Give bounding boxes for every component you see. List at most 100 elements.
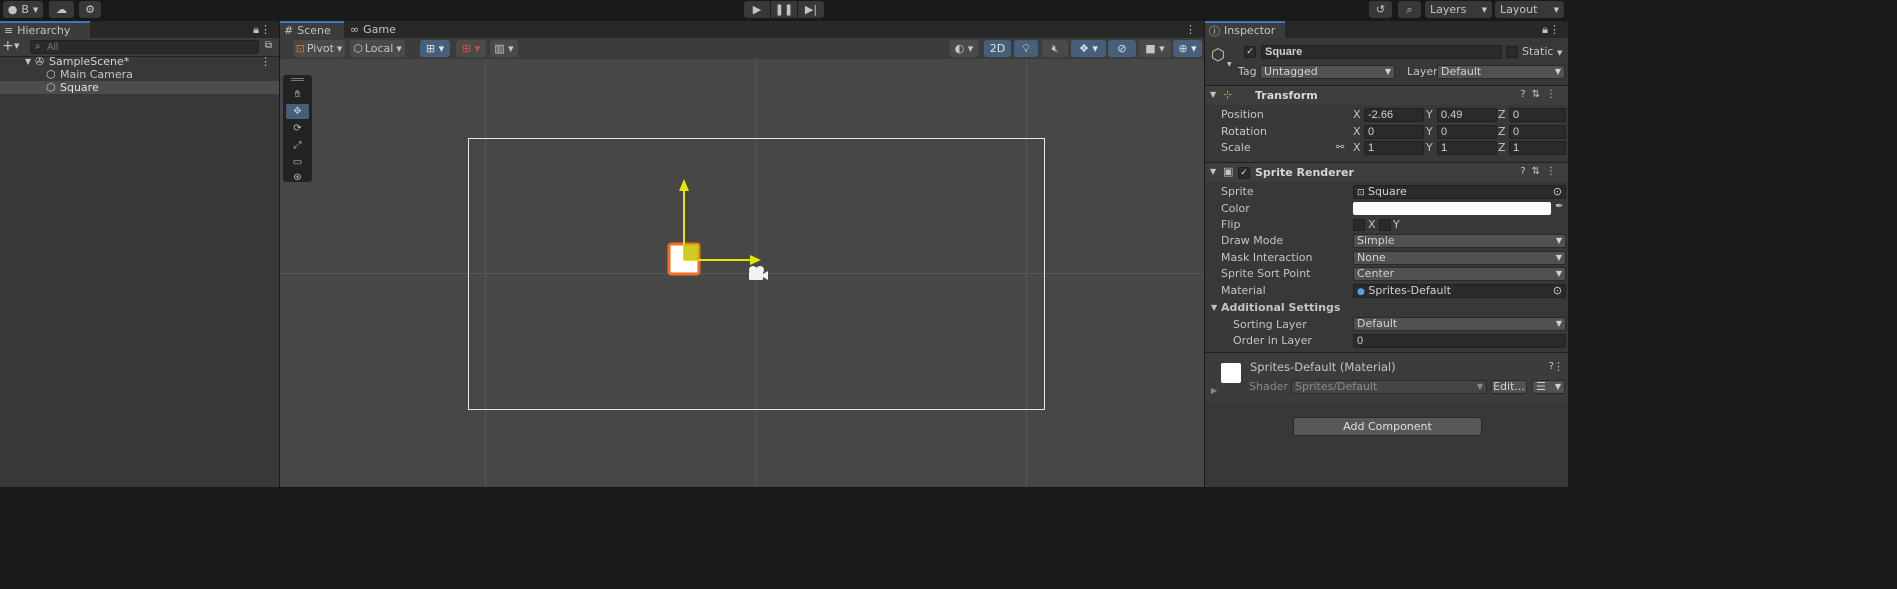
foldout-arrow-icon[interactable]: ▼	[1210, 167, 1216, 176]
order-in-layer-label: Order in Layer	[1233, 334, 1312, 347]
chevron-down-icon[interactable]: ▼	[14, 42, 19, 50]
more-menu-icon[interactable]: ⋮	[1185, 23, 1196, 36]
more-menu-icon[interactable]: ⋮	[1549, 23, 1560, 36]
lighting-toggle[interactable]: 💡︎	[1014, 40, 1038, 57]
pause-button[interactable]: ❚❚	[771, 1, 797, 18]
rotation-z-field[interactable]	[1509, 125, 1566, 139]
sort-point-dropdown[interactable]: Center ▼	[1353, 267, 1566, 281]
sorting-layer-dropdown[interactable]: Default ▼	[1353, 317, 1566, 331]
tab-game[interactable]: ∞ Game	[346, 21, 406, 38]
shader-dropdown[interactable]: Sprites/Default ▼	[1291, 380, 1487, 394]
add-icon[interactable]: +	[2, 38, 14, 55]
mask-interaction-dropdown[interactable]: None ▼	[1353, 251, 1566, 265]
object-name-field[interactable]	[1261, 45, 1502, 59]
list-item[interactable]: ▼ ✇ SampleScene* ⋮	[0, 55, 279, 68]
material-object-field[interactable]: ● Sprites-Default ⊙	[1353, 284, 1566, 298]
expand-arrow-icon[interactable]: ▼	[25, 55, 31, 68]
tab-inspector[interactable]: ⓘ Inspector	[1205, 21, 1285, 38]
tag-dropdown[interactable]: Untagged ▼	[1260, 65, 1395, 79]
position-z-field[interactable]	[1509, 108, 1566, 122]
scene-visibility-icon[interactable]: ⧉	[265, 40, 272, 51]
pivot-label: Pivot	[306, 42, 334, 55]
play-button[interactable]: ▶	[744, 1, 770, 18]
rotate-tool-button[interactable]: ⟳	[286, 121, 309, 136]
audio-toggle[interactable]: 🔇︎	[1042, 40, 1068, 57]
add-component-button[interactable]: Add Component	[1293, 417, 1482, 436]
layer-dropdown[interactable]: Default ▼	[1437, 65, 1565, 79]
scale-y-field[interactable]	[1437, 141, 1497, 155]
edit-shader-button[interactable]: Edit...	[1491, 380, 1527, 394]
more-menu-icon[interactable]: ⋮	[260, 23, 271, 36]
increment-snap-button[interactable]: ⊞ ▾	[456, 40, 486, 57]
transform-tool-button[interactable]: ⊛	[286, 171, 309, 184]
position-x-field[interactable]	[1364, 108, 1424, 122]
layers-dropdown[interactable]: Layers ▼	[1425, 1, 1492, 18]
pivot-dropdown[interactable]: ⊡ Pivot ▼	[293, 40, 345, 57]
scale-z-field[interactable]	[1509, 141, 1566, 155]
hand-tool-button[interactable]: ✋︎	[286, 87, 309, 102]
undo-history-button[interactable]: ↺	[1369, 1, 1392, 18]
sprite-renderer-header[interactable]: ▼ ▣ ✓ Sprite Renderer ?⇅⋮	[1205, 162, 1568, 182]
shader-options-dropdown[interactable]: ☰ ▼	[1532, 380, 1565, 394]
hierarchy-search-input[interactable]	[30, 40, 259, 54]
scene-viewport[interactable]: ✋︎ ✥ ⟳ ⤢ ▭ ⊛	[280, 59, 1204, 487]
account-button[interactable]: ● B ▼	[3, 1, 43, 18]
rotation-x-field[interactable]	[1364, 125, 1424, 139]
collab-button[interactable]: ⚙	[79, 1, 101, 18]
lock-icon[interactable]: 🔒︎	[1542, 23, 1548, 37]
foldout-arrow-icon[interactable]: ▼	[1211, 303, 1217, 312]
scale-tool-button[interactable]: ⤢	[286, 138, 309, 153]
chevron-down-icon[interactable]: ▼	[1227, 61, 1232, 68]
move-tool-button[interactable]: ✥	[286, 104, 309, 119]
eyedropper-icon[interactable]: ✒	[1555, 201, 1563, 212]
effects-dropdown[interactable]: ❖ ▾	[1071, 40, 1106, 57]
order-in-layer-field[interactable]	[1353, 334, 1566, 348]
mode-2d-toggle[interactable]: 2D	[984, 40, 1011, 57]
position-y-field[interactable]	[1437, 108, 1497, 122]
chevron-down-icon[interactable]: ▼	[1557, 49, 1562, 57]
cloud-button[interactable]: ☁	[49, 1, 74, 18]
shader-label: Shader	[1249, 380, 1288, 393]
static-checkbox[interactable]	[1506, 46, 1518, 58]
color-swatch[interactable]	[1353, 202, 1551, 215]
foldout-arrow-icon[interactable]: ▶	[1211, 386, 1217, 395]
flip-x-checkbox[interactable]	[1353, 219, 1365, 231]
tab-hierarchy[interactable]: ≡ Hierarchy	[0, 21, 90, 38]
lock-icon[interactable]: 🔒︎	[253, 23, 259, 37]
active-checkbox[interactable]: ✓	[1244, 46, 1256, 58]
sprite-object-field[interactable]: ⊡ Square ⊙	[1353, 185, 1566, 199]
object-picker-icon[interactable]: ⊙	[1553, 186, 1562, 198]
list-item[interactable]: ⬡ Main Camera	[0, 68, 279, 81]
step-button[interactable]: ▶|	[798, 1, 824, 18]
component-header-icons[interactable]: ?⇅⋮	[1520, 166, 1562, 177]
transform-header[interactable]: ▼ ⊹ Transform ?⇅⋮	[1205, 85, 1568, 105]
camera-gizmo-icon[interactable]	[745, 263, 769, 283]
search-button[interactable]: ⌕	[1398, 1, 1421, 18]
draw-mode-dropdown[interactable]: Simple ▼	[1353, 234, 1566, 248]
link-icon[interactable]: ⚯	[1336, 142, 1344, 153]
gizmos-dropdown[interactable]: ⊕ ▾	[1173, 40, 1202, 57]
drag-handle[interactable]	[291, 78, 304, 81]
layout-dropdown[interactable]: Layout ▼	[1495, 1, 1564, 18]
sprite-renderer-enabled-checkbox[interactable]: ✓	[1238, 167, 1250, 179]
foldout-arrow-icon[interactable]: ▼	[1210, 90, 1216, 99]
chevron-down-icon: ▼	[1476, 382, 1483, 391]
flip-y-checkbox[interactable]	[1379, 219, 1391, 231]
object-picker-icon[interactable]: ⊙	[1553, 285, 1562, 297]
more-menu-icon[interactable]: ⋮	[260, 55, 271, 68]
camera-settings-dropdown[interactable]: ■ ▾	[1139, 40, 1171, 57]
hidden-objects-toggle[interactable]: ⊘	[1108, 40, 1136, 57]
more-menu-icon[interactable]: ⋮	[1553, 360, 1564, 373]
snap-settings-button[interactable]: ▥ ▾	[490, 40, 518, 57]
grid-snap-button[interactable]: ⊞ ▾	[420, 40, 450, 57]
scale-x-field[interactable]	[1364, 141, 1424, 155]
rotation-y-field[interactable]	[1437, 125, 1497, 139]
component-header-icons[interactable]: ?⇅⋮	[1520, 89, 1562, 100]
tab-scene[interactable]: # Scene	[280, 21, 344, 38]
rect-tool-button[interactable]: ▭	[286, 155, 309, 170]
local-dropdown[interactable]: ⬡ Local ▼	[350, 40, 405, 57]
list-item[interactable]: ⬡ Square	[0, 81, 279, 94]
draw-mode-dropdown[interactable]: ◐ ▾	[949, 40, 979, 57]
ruler-icon: ▥ ▾	[494, 42, 514, 55]
additional-settings-label[interactable]: Additional Settings	[1221, 300, 1340, 316]
